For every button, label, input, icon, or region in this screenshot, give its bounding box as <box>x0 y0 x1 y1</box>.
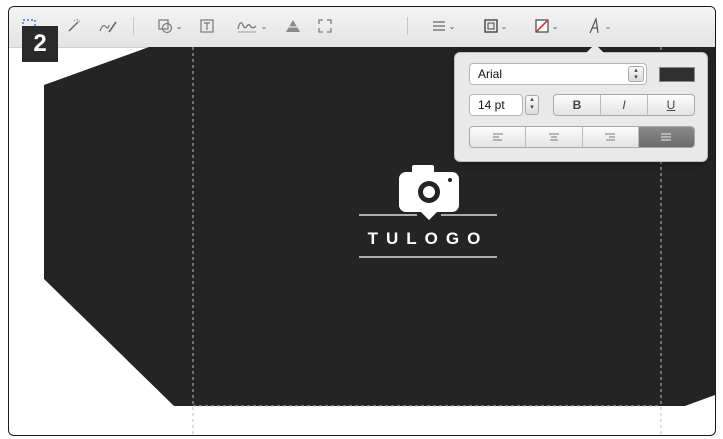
text-format-popover: Arial ▴ ▾ 14 pt ▴ ▾ B I U <box>454 52 708 162</box>
text-style-icon <box>589 17 599 34</box>
chevron-down-icon: ⌄ <box>604 21 612 31</box>
sketch-button[interactable] <box>95 15 121 37</box>
shapes-button[interactable]: ⌄ <box>151 15 187 37</box>
magic-wand-icon <box>68 18 81 32</box>
fill-color-icon <box>535 19 549 33</box>
font-size-field[interactable]: 14 pt <box>469 94 523 116</box>
adjust-color-icon <box>286 20 300 32</box>
align-justify-icon <box>661 133 672 141</box>
bold-button[interactable]: B <box>554 95 601 115</box>
step-badge: 2 <box>22 26 58 62</box>
font-size-value: 14 pt <box>478 98 505 112</box>
align-right-icon <box>605 133 616 141</box>
align-center-icon <box>548 133 559 141</box>
alignment-control <box>469 126 695 148</box>
select-arrows-icon: ▴ ▾ <box>628 66 644 82</box>
align-center-button[interactable] <box>526 127 583 147</box>
align-left-icon <box>492 133 503 141</box>
sketch-pen-icon <box>99 21 117 33</box>
underline-button[interactable]: U <box>648 95 694 115</box>
align-justify-button[interactable] <box>638 127 694 147</box>
border-color-icon <box>483 19 498 33</box>
instant-alpha-button[interactable] <box>63 15 85 37</box>
logo-text: TULOGO <box>367 229 489 248</box>
line-style-icon <box>432 21 445 31</box>
text-box-icon <box>200 19 214 33</box>
signature-button[interactable]: ⌄ <box>231 15 271 37</box>
shapes-icon <box>158 19 172 34</box>
chevron-down-icon: ⌄ <box>551 21 559 31</box>
align-left-button[interactable] <box>470 127 527 147</box>
fill-color-button[interactable]: ⌄ <box>527 15 565 37</box>
shape-style-button[interactable]: ⌄ <box>425 15 461 37</box>
toolbar-separator <box>407 17 408 35</box>
chevron-down-icon: ⌄ <box>500 21 508 31</box>
chevron-down-icon: ⌄ <box>260 21 268 31</box>
adjust-color-button[interactable] <box>281 15 305 37</box>
border-color-button[interactable]: ⌄ <box>477 15 513 37</box>
markup-toolbar: ⌄ ⌄ ⌄ ⌄ ⌄ ⌄ <box>9 7 715 48</box>
font-family-value: Arial <box>478 67 503 81</box>
resize-icon <box>318 19 332 33</box>
italic-button[interactable]: I <box>601 95 648 115</box>
camera-icon <box>399 165 459 220</box>
chevron-down-icon: ⌄ <box>175 21 183 31</box>
signature-icon <box>237 22 257 33</box>
chevron-down-icon: ⌄ <box>448 21 456 31</box>
text-style-button[interactable]: ⌄ <box>581 15 617 37</box>
font-size-stepper[interactable]: ▴ ▾ <box>525 95 539 115</box>
text-color-well[interactable] <box>659 67 695 82</box>
adjust-size-button[interactable] <box>313 15 337 37</box>
toolbar-separator <box>133 17 134 35</box>
font-family-select[interactable]: Arial ▴ ▾ <box>469 63 647 85</box>
popover-arrow <box>586 44 604 53</box>
align-right-button[interactable] <box>583 127 639 147</box>
font-style-control: B I U <box>553 94 695 116</box>
text-box-button[interactable] <box>195 15 219 37</box>
